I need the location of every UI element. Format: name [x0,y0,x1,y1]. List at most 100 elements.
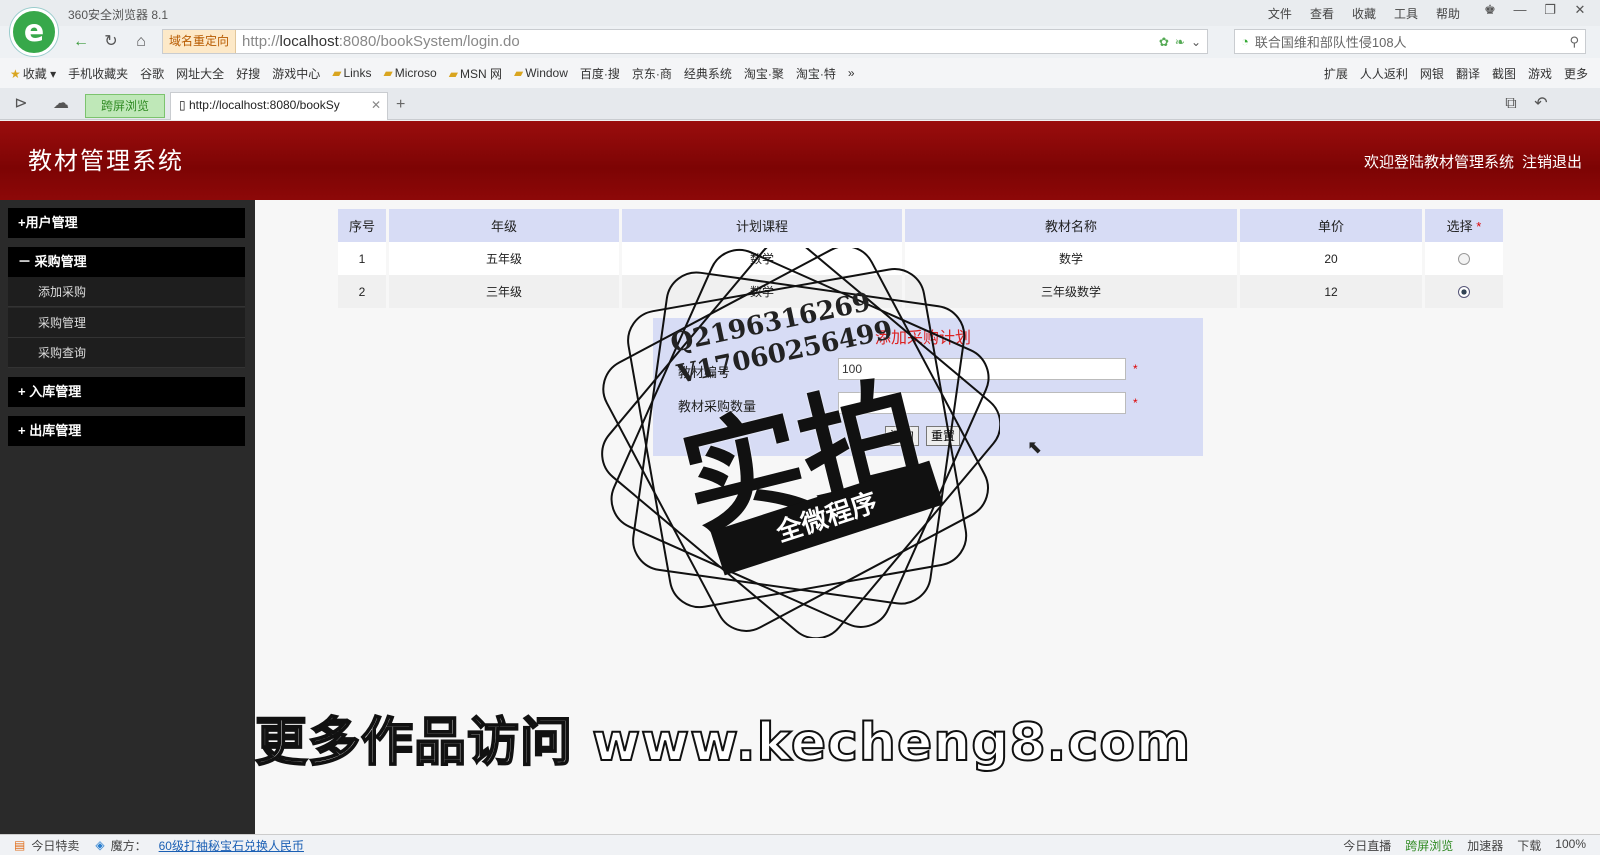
cube-icon: ◈ [95,838,105,852]
restore-tab-icon[interactable]: ⧉ [1500,94,1522,114]
undo-icon[interactable]: ↶ [1530,94,1552,114]
speed-icon[interactable]: ✿ [1159,35,1169,49]
tab-active[interactable]: ▯ http://localhost:8080/bookSy ✕ [170,92,388,120]
bookmark-folder[interactable]: ▰ Links [332,66,371,80]
required-star: * [1133,396,1138,410]
bookmark-item[interactable]: 谷歌 [140,65,164,82]
cell-grade: 五年级 [389,242,619,275]
sidebar-group-users[interactable]: +用户管理 [8,208,245,238]
cloud-icon[interactable]: ☁ [50,94,72,114]
bookmark-folder[interactable]: ▰ MSN 网 [449,65,502,82]
close-tab-icon[interactable]: ✕ [371,98,381,112]
home-icon[interactable]: ⌂ [130,32,152,52]
toolbar-bank[interactable]: 网银 [1420,65,1444,82]
search-engine-icon[interactable]: ◔ [1241,34,1249,49]
sidebar-item-manage-purchase[interactable]: 采购管理 [8,308,245,338]
menu-tools[interactable]: 工具 [1394,5,1418,22]
menu-view[interactable]: 查看 [1310,5,1334,22]
sidebar-item-query-purchase[interactable]: 采购查询 [8,338,245,368]
col-header: 计划课程 [622,209,902,242]
more-bookmarks-icon[interactable]: » [848,66,855,80]
toolbar-games[interactable]: 游戏 [1528,65,1552,82]
bookmarks-bar: ★ 收藏 ▾ 手机收藏夹 谷歌 网址大全 好搜 游戏中心 ▰ Links ▰ Micr… [0,58,1600,88]
table-row: 1 五年级 数学 数学 20 [338,242,1503,275]
logout-link[interactable]: 注销退出 [1522,154,1582,171]
status-cross-screen[interactable]: 跨屏浏览 [1405,837,1453,854]
bookmark-item[interactable]: 手机收藏夹 [68,65,128,82]
tab-bar: ⊳ ☁ 跨屏浏览 ▯ http://localhost:8080/bookSy … [0,88,1600,120]
status-ad-link[interactable]: 60级打袖秘宝石兑换人民币 [159,837,304,854]
system-title: 教材管理系统 [28,147,184,175]
compat-icon[interactable]: ❧ [1175,35,1185,49]
search-icon[interactable]: ⚲ [1569,34,1579,50]
bookmark-item[interactable]: 好搜 [236,65,260,82]
select-radio[interactable] [1458,286,1470,299]
browser-titlebar: 360安全浏览器 8.1 文件 查看 收藏 工具 帮助 ♚ — ❐ ✕ [0,0,1600,26]
address-bar[interactable]: 域名重定向 http://localhost:8080/bookSystem/l… [162,29,1208,54]
toolbar-more[interactable]: 更多 [1564,65,1588,82]
cell-grade: 三年级 [389,275,619,308]
bookmark-item[interactable]: 百度·搜 [580,65,620,82]
skin-icon[interactable]: ♚ [1478,2,1502,20]
zoom-level[interactable]: 100% [1555,837,1586,854]
toolbar-screenshot[interactable]: 截图 [1492,65,1516,82]
close-button[interactable]: ✕ [1568,2,1592,20]
col-header: 序号 [338,209,386,242]
site-header: 教材管理系统 欢迎登陆教材管理系统 注销退出 [0,121,1600,200]
sidebar-group-purchase[interactable]: － 采购管理 [8,247,245,277]
status-magic: 魔方： [110,838,147,853]
sidebar-group-stock-in[interactable]: + 入库管理 [8,377,245,407]
select-radio[interactable] [1458,253,1470,266]
cell-price: 12 [1240,275,1422,308]
browser-logo: e [10,8,58,56]
bookmark-favorites[interactable]: ★ 收藏 ▾ [10,65,56,82]
bookmark-item[interactable]: 京东·商 [632,65,672,82]
bookmark-item[interactable]: 淘宝·聚 [744,65,784,82]
menu-favorites[interactable]: 收藏 [1352,5,1376,22]
col-header: 单价 [1240,209,1422,242]
search-box[interactable]: ◔ 联合国维和部队性侵108人 ⚲ [1234,29,1586,54]
cell-price: 20 [1240,242,1422,275]
toolbar-extensions[interactable]: 扩展 [1324,65,1348,82]
new-tab-button[interactable]: + [396,96,405,114]
status-deals[interactable]: 今日特卖 [31,837,79,854]
mouse-cursor-icon: ⬉ [1027,437,1043,457]
menu-file[interactable]: 文件 [1268,5,1292,22]
chevron-down-icon[interactable]: ⌄ [1191,35,1201,49]
cell-no: 1 [338,242,386,275]
bookmark-folder[interactable]: ▰ Microso [383,66,436,80]
minimize-button[interactable]: — [1508,2,1532,20]
maximize-button[interactable]: ❐ [1538,2,1562,20]
bookmark-item[interactable]: 网址大全 [176,65,224,82]
url-text[interactable]: http://localhost:8080/bookSystem/login.d… [236,33,520,50]
col-header-select: 选择 * [1425,209,1503,242]
refresh-icon[interactable]: ↻ [100,32,122,52]
sidebar-toggle-icon[interactable]: ⊳ [10,94,32,114]
redirect-badge: 域名重定向 [163,30,237,53]
deals-icon: ▤ [14,838,26,852]
menu-help[interactable]: 帮助 [1436,5,1460,22]
bookmark-item[interactable]: 游戏中心 [272,65,320,82]
col-header: 年级 [389,209,619,242]
col-header: 教材名称 [905,209,1237,242]
status-accelerator[interactable]: 加速器 [1467,837,1503,854]
sidebar-group-stock-out[interactable]: + 出库管理 [8,416,245,446]
bookmark-item[interactable]: 经典系统 [684,65,732,82]
table-row: 2 三年级 数学 三年级数学 12 [338,275,1503,308]
toolbar-renren[interactable]: 人人返利 [1360,65,1408,82]
tab-cross-screen[interactable]: 跨屏浏览 [85,94,165,118]
browser-statusbar: ▤ 今日特卖 ◈ 魔方： 60级打袖秘宝石兑换人民币 今日直播 跨屏浏览 加速器… [0,834,1600,855]
status-live[interactable]: 今日直播 [1343,837,1391,854]
bookmark-folder[interactable]: ▰ Window [514,66,568,80]
toolbar-translate[interactable]: 翻译 [1456,65,1480,82]
welcome-text: 欢迎登陆教材管理系统 注销退出 [1363,154,1582,171]
reset-button[interactable]: 重置 [926,426,961,446]
cell-select [1425,242,1503,275]
back-icon[interactable]: ← [70,32,92,52]
sidebar-item-add-purchase[interactable]: 添加采购 [8,277,245,307]
search-input[interactable]: 联合国维和部队性侵108人 [1255,32,1407,51]
bookmark-item[interactable]: 淘宝·特 [796,65,836,82]
window-controls: ♚ — ❐ ✕ [1478,2,1592,20]
cell-book: 三年级数学 [905,275,1237,308]
status-download[interactable]: 下载 [1517,837,1541,854]
